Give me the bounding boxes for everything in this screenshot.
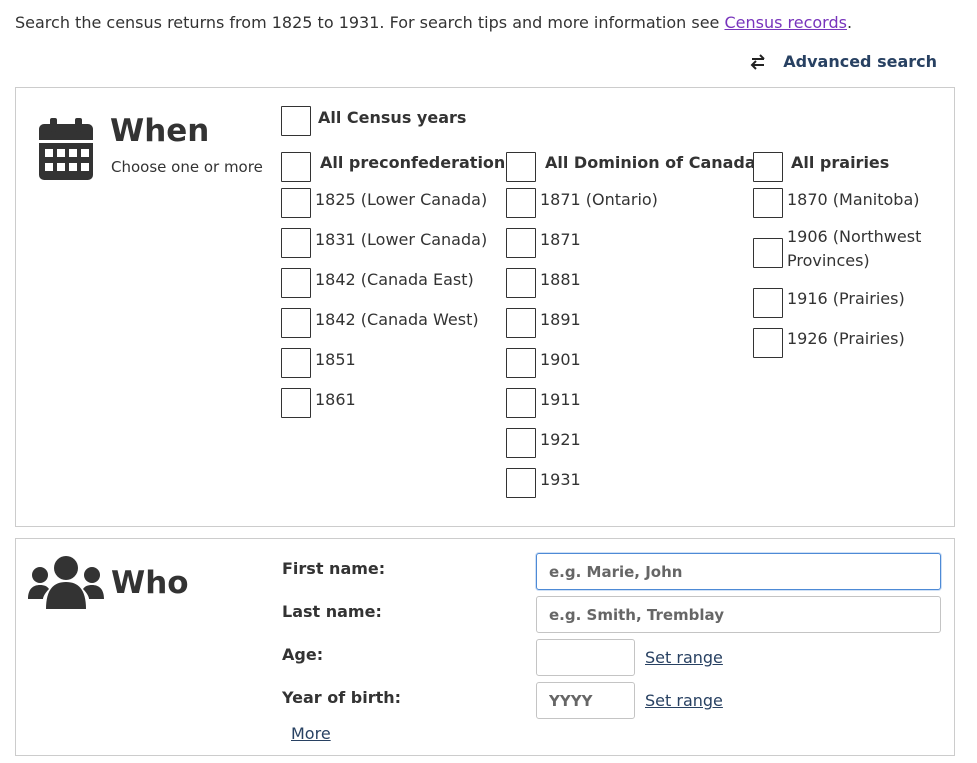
year-checkbox[interactable] [506,268,536,298]
year-label: 1891 [540,310,581,329]
year-checkbox[interactable] [753,188,783,218]
group-icon [28,556,104,609]
age-input[interactable] [536,639,635,676]
year-checkbox[interactable] [753,288,783,318]
all-preconfederation-checkbox[interactable] [281,152,311,182]
year-label: 1870 (Manitoba) [787,190,920,209]
year-label: 1911 [540,390,581,409]
last-name-input[interactable] [536,596,941,633]
last-name-label: Last name: [282,602,382,621]
year-label: 1842 (Canada East) [315,270,474,289]
year-label: 1926 (Prairies) [787,329,905,348]
when-panel: When Choose one or more All Census years… [15,87,955,527]
swap-arrows-icon [750,53,765,70]
year-label: 1871 (Ontario) [540,190,658,209]
year-checkbox[interactable] [281,308,311,338]
who-title: Who [111,565,189,601]
first-name-label: First name: [282,559,386,578]
year-label: 1861 [315,390,356,409]
year-checkbox[interactable] [506,228,536,258]
year-checkbox[interactable] [753,328,783,358]
year-label: 1871 [540,230,581,249]
all-census-years-checkbox[interactable] [281,106,311,136]
year-label: 1901 [540,350,581,369]
year-of-birth-label: Year of birth: [282,688,402,707]
year-checkbox[interactable] [753,238,783,268]
year-label: 1881 [540,270,581,289]
year-label: 1906 (Northwest Provinces) [787,227,922,270]
year-checkbox[interactable] [281,188,311,218]
who-panel: Who First name: Last name: Age: Set rang… [15,538,955,756]
all-dominion-label: All Dominion of Canada [545,153,756,172]
all-prairies-checkbox[interactable] [753,152,783,182]
year-checkbox[interactable] [506,468,536,498]
year-label: 1825 (Lower Canada) [315,190,488,209]
year-checkbox[interactable] [506,388,536,418]
all-prairies-label: All prairies [791,153,890,172]
all-dominion-checkbox[interactable] [506,152,536,182]
advanced-search-link[interactable]: Advanced search [749,52,937,71]
year-label: 1851 [315,350,356,369]
year-checkbox[interactable] [281,228,311,258]
census-records-link[interactable]: Census records [724,13,847,32]
intro-text: Search the census returns from 1825 to 1… [15,13,853,32]
year-label: 1931 [540,470,581,489]
age-set-range-link[interactable]: Set range [645,648,723,667]
year-label: 1921 [540,430,581,449]
calendar-icon [39,118,93,180]
year-checkbox[interactable] [506,348,536,378]
when-title: When [110,113,210,149]
year-label: 1831 (Lower Canada) [315,230,488,249]
first-name-input[interactable] [536,553,941,590]
when-subtitle: Choose one or more [111,158,263,176]
year-checkbox[interactable] [281,348,311,378]
year-checkbox[interactable] [506,188,536,218]
more-link[interactable]: More [291,724,331,743]
birth-set-range-link[interactable]: Set range [645,691,723,710]
year-checkbox[interactable] [281,388,311,418]
age-label: Age: [282,645,324,664]
year-checkbox[interactable] [281,268,311,298]
year-checkbox[interactable] [506,428,536,458]
all-census-years-label: All Census years [318,108,467,127]
year-checkbox[interactable] [506,308,536,338]
year-label: 1842 (Canada West) [315,310,479,329]
all-preconfederation-label: All preconfederation [320,153,506,172]
year-of-birth-input[interactable] [536,682,635,719]
year-label: 1916 (Prairies) [787,289,905,308]
